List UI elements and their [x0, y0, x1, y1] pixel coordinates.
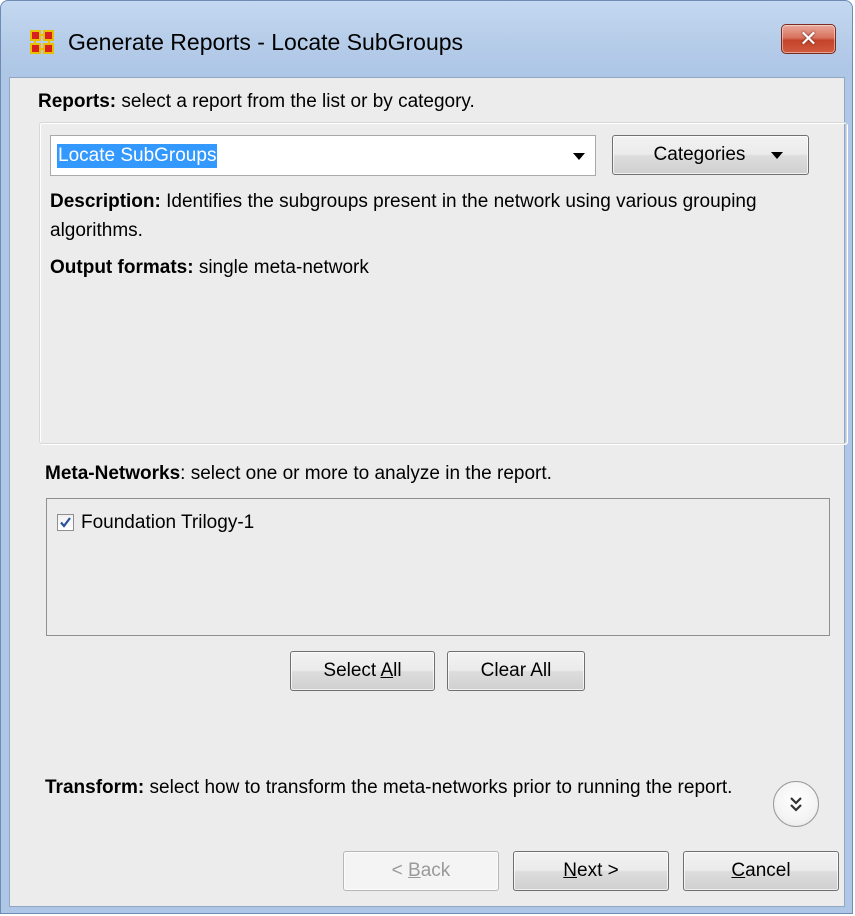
reports-heading-text: select a report from the list or by cate…: [116, 91, 475, 112]
dropdown-arrow-icon[interactable]: [573, 153, 585, 160]
select-all-label: Select All: [323, 660, 402, 681]
meta-networks-heading: Meta-Networks: select one or more to ana…: [45, 463, 552, 485]
dialog-window: Generate Reports - Locate SubGroups ✕ Re…: [0, 0, 853, 914]
transform-heading-bold: Transform:: [45, 777, 145, 798]
clear-all-button[interactable]: Clear All: [447, 651, 585, 691]
app-network-icon: [30, 30, 54, 54]
double-chevron-down-icon: [790, 797, 802, 812]
meta-networks-heading-text: : select one or more to analyze in the r…: [180, 463, 552, 484]
select-all-button[interactable]: Select All: [290, 651, 435, 691]
categories-button-label: Categories: [653, 144, 746, 165]
meta-network-checkbox[interactable]: [57, 514, 74, 531]
cancel-button[interactable]: Cancel: [683, 851, 839, 891]
output-formats-text: single meta-network: [193, 257, 369, 278]
output-formats-label: Output formats:: [50, 257, 194, 278]
dialog-content: Reports: select a report from the list o…: [9, 77, 847, 907]
report-description: Description: Identifies the subgroups pr…: [50, 187, 810, 245]
meta-networks-heading-bold: Meta-Networks: [45, 463, 181, 484]
caret-down-icon: [771, 152, 783, 159]
report-combobox-value[interactable]: Locate SubGroups: [57, 144, 218, 168]
checkmark-icon: [60, 517, 71, 528]
cancel-button-label: Cancel: [731, 860, 791, 881]
window-title: Generate Reports - Locate SubGroups: [68, 29, 464, 55]
reports-heading-bold: Reports:: [38, 91, 117, 112]
close-button[interactable]: ✕: [781, 24, 836, 54]
meta-network-label: Foundation Trilogy-1: [81, 512, 255, 533]
meta-network-list[interactable]: Foundation Trilogy-1: [46, 498, 830, 636]
reports-heading: Reports: select a report from the list o…: [38, 91, 475, 113]
transform-heading: Transform: select how to transform the m…: [45, 773, 765, 803]
report-selection-panel: Locate SubGroups Categories Description:…: [39, 122, 847, 444]
output-formats: Output formats: single meta-network: [50, 257, 369, 279]
categories-button[interactable]: Categories: [612, 135, 809, 175]
close-icon: ✕: [799, 26, 818, 51]
description-label: Description:: [50, 191, 161, 212]
title-bar[interactable]: Generate Reports - Locate SubGroups ✕: [1, 1, 852, 79]
expand-transform-button[interactable]: [773, 781, 819, 827]
next-button[interactable]: Next >: [513, 851, 669, 891]
back-button-label: < Back: [391, 860, 451, 881]
transform-heading-text: select how to transform the meta-network…: [144, 777, 733, 798]
report-combobox[interactable]: Locate SubGroups: [50, 135, 596, 176]
back-button[interactable]: < Back: [343, 851, 499, 891]
next-button-label: Next >: [563, 860, 619, 881]
clear-all-label: Clear All: [480, 660, 552, 681]
